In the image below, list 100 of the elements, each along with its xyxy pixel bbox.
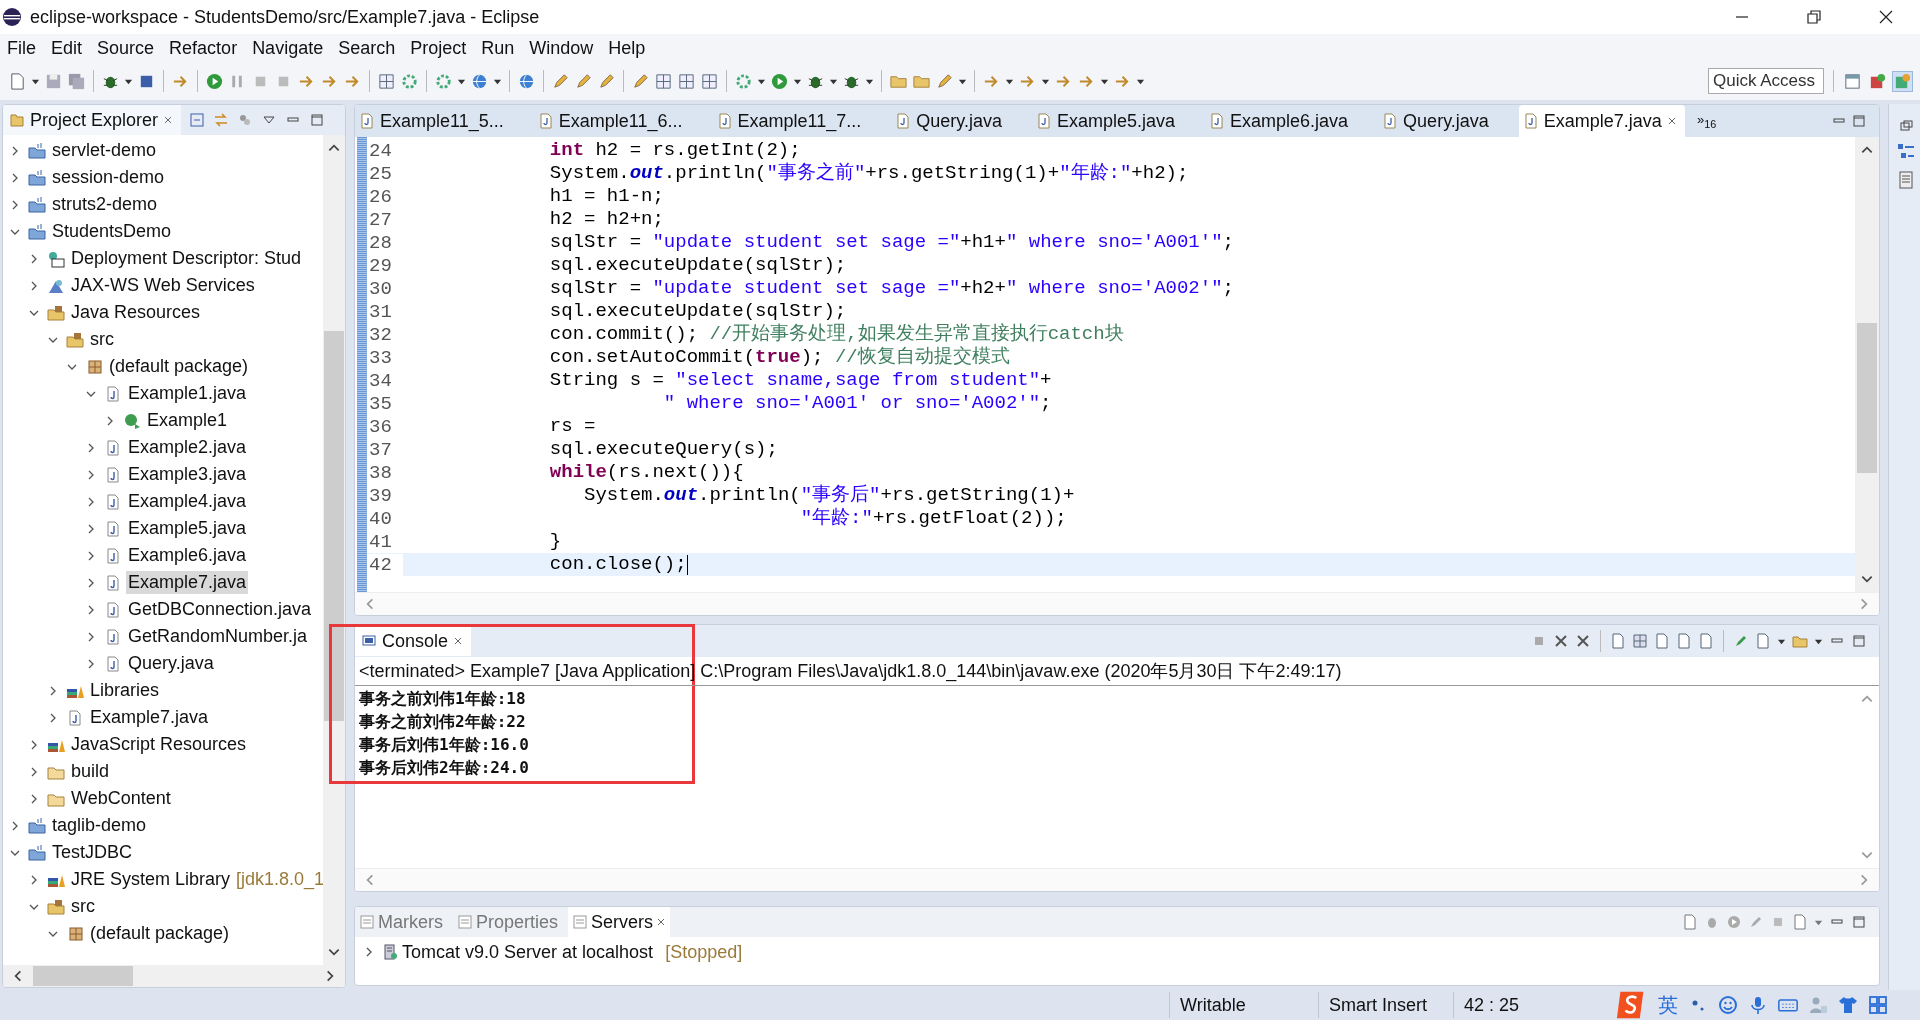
menu-item[interactable]: Edit <box>51 37 83 59</box>
editor-tab[interactable]: Query.java <box>1378 105 1515 137</box>
restore-icon[interactable] <box>1898 118 1914 134</box>
vertical-scrollbar[interactable] <box>1855 137 1879 592</box>
remove-icon[interactable] <box>1575 633 1591 649</box>
editor-tab[interactable]: Example6.java <box>1205 105 1375 137</box>
grid-icon[interactable] <box>654 71 673 91</box>
tree-item[interactable]: Example1.java <box>126 382 249 405</box>
document-icon[interactable] <box>1676 633 1692 649</box>
restore-icon[interactable] <box>1806 9 1822 25</box>
play-icon[interactable] <box>1726 914 1742 930</box>
link-icon[interactable] <box>213 112 230 128</box>
vertical-scrollbar[interactable] <box>323 135 345 965</box>
tree-item[interactable]: Libraries <box>88 679 162 702</box>
microphone-icon[interactable] <box>1748 995 1768 1015</box>
tree-item[interactable]: src <box>88 328 116 351</box>
tree-item[interactable]: Example3.java <box>126 463 249 486</box>
tree-item[interactable]: Query.java <box>126 652 216 675</box>
tree-item[interactable]: (default package) <box>107 355 251 378</box>
maximize-icon[interactable] <box>309 112 326 128</box>
scrollbar-thumb[interactable] <box>1857 323 1877 473</box>
pin-icon[interactable] <box>1733 633 1749 649</box>
console-tab[interactable]: Console <box>355 626 472 656</box>
tab-overflow-count[interactable]: »$_{16}$ <box>1696 112 1717 130</box>
editor-tab[interactable]: Example5.java <box>1031 105 1202 137</box>
view-tab[interactable]: Markers <box>355 907 447 937</box>
play-icon[interactable] <box>205 71 224 91</box>
project-explorer-tab[interactable]: Project Explorer <box>3 105 182 135</box>
grid-icon[interactable] <box>1868 995 1888 1015</box>
quick-access-field[interactable]: Quick Access <box>1708 68 1824 94</box>
folder-icon[interactable] <box>1792 633 1808 649</box>
document-icon[interactable] <box>1610 633 1626 649</box>
menu-item[interactable]: File <box>7 37 36 59</box>
view-tab[interactable]: Servers <box>568 907 671 937</box>
server-name[interactable]: Tomcat v9.0 Server at localhost <box>402 941 654 963</box>
grid-icon[interactable] <box>377 71 396 91</box>
tree-item[interactable]: JRE System Library <box>69 868 233 891</box>
tree-item[interactable]: TestJDBC <box>50 841 134 864</box>
pencil-icon[interactable] <box>631 71 650 91</box>
menu-item[interactable]: Source <box>97 37 155 59</box>
tree-item[interactable]: Example6.java <box>126 544 249 567</box>
tree-item[interactable]: Example7.java <box>126 571 249 594</box>
document-icon[interactable] <box>1682 914 1698 930</box>
gear-icon[interactable] <box>400 71 419 91</box>
document-icon[interactable] <box>1755 633 1771 649</box>
pencil-icon[interactable] <box>597 71 616 91</box>
tree-item[interactable]: GetDBConnection.java <box>126 598 314 621</box>
scrollbar-thumb[interactable] <box>33 966 133 986</box>
grid-icon[interactable] <box>1632 633 1648 649</box>
smiley-icon[interactable] <box>1718 995 1738 1015</box>
menu-item[interactable]: Run <box>481 37 515 59</box>
tree-item[interactable]: session-demo <box>50 166 167 189</box>
pencil-icon[interactable] <box>574 71 593 91</box>
tree-item[interactable]: StudentsDemo <box>50 220 174 243</box>
tree-item[interactable]: WebContent <box>69 787 173 810</box>
disks-icon[interactable] <box>67 71 86 91</box>
menu-item[interactable]: Navigate <box>252 37 324 59</box>
remove-icon[interactable] <box>1553 633 1569 649</box>
grid-icon[interactable] <box>700 71 719 91</box>
document-icon[interactable] <box>1698 633 1714 649</box>
close-icon[interactable] <box>1878 9 1894 25</box>
input-mode[interactable]: 英 <box>1658 991 1678 1019</box>
editor-tab[interactable]: Example11_6... <box>533 105 709 137</box>
tree-item[interactable]: (default package) <box>88 922 232 945</box>
shirt-icon[interactable] <box>1838 995 1858 1015</box>
document-icon[interactable] <box>1654 633 1670 649</box>
document-icon[interactable] <box>1792 914 1808 930</box>
pencil-icon[interactable] <box>551 71 570 91</box>
tree-item[interactable]: Java Resources <box>69 301 203 324</box>
tree-item[interactable]: GetRandomNumber.ja <box>126 625 310 648</box>
tree-item[interactable]: build <box>69 760 112 783</box>
scrollbar-thumb[interactable] <box>324 331 344 721</box>
tree-item[interactable]: servlet-demo <box>50 139 159 162</box>
editor-tab[interactable]: Query.java <box>891 105 1028 137</box>
tree-item[interactable]: struts2-demo <box>50 193 160 216</box>
tree-item[interactable]: Example4.java <box>126 490 249 513</box>
task-list-icon[interactable] <box>1896 170 1916 190</box>
tree-item[interactable]: src <box>69 895 97 918</box>
horizontal-scrollbar[interactable] <box>3 965 345 987</box>
menu-item[interactable]: Help <box>608 37 646 59</box>
menu-item[interactable]: Refactor <box>169 37 238 59</box>
tree-item[interactable]: Example2.java <box>126 436 249 459</box>
maximize-icon[interactable] <box>1851 914 1867 930</box>
pencil-icon[interactable] <box>935 71 954 91</box>
perspective-icon[interactable] <box>1843 71 1862 91</box>
play-icon[interactable] <box>770 71 789 91</box>
view-tab[interactable]: Properties <box>453 907 563 937</box>
tree-item[interactable]: JAX-WS Web Services <box>69 274 257 297</box>
editor-tab[interactable]: Example11_5... <box>355 105 530 137</box>
editor-tab[interactable]: Example11_7... <box>712 105 888 137</box>
maximize-icon[interactable] <box>1851 633 1867 649</box>
menu-item[interactable]: Project <box>410 37 467 59</box>
tree-item[interactable]: taglib-demo <box>50 814 149 837</box>
editor-tab[interactable]: Example7.java <box>1518 105 1685 137</box>
tree-item[interactable]: Example7.java <box>88 706 211 729</box>
collapse-all-icon[interactable] <box>189 112 206 128</box>
menu-item[interactable]: Window <box>529 37 594 59</box>
tree-item[interactable]: Deployment Descriptor: Stud <box>69 247 304 270</box>
maximize-icon[interactable] <box>1851 113 1867 129</box>
tree-item[interactable]: Example5.java <box>126 517 249 540</box>
